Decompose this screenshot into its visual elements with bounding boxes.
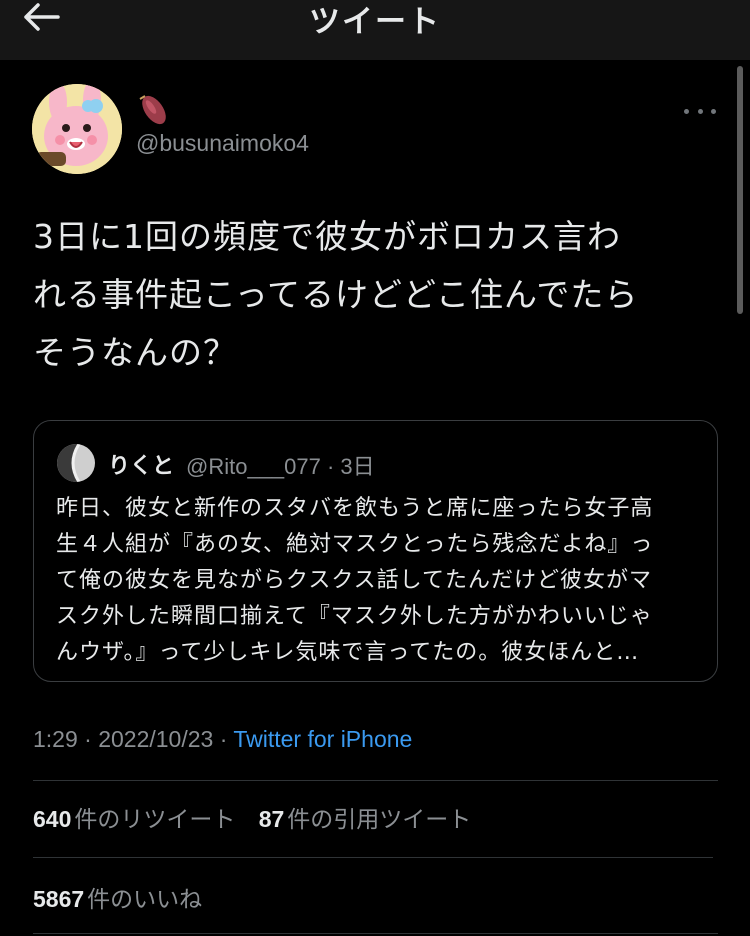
quoted-tweet-card[interactable]: りくと @Rito___077 · 3日 昨日、彼女と新作のスタバを飲もうと席に… [33,420,718,682]
quoted-tweet-text: 昨日、彼女と新作のスタバを飲もうと席に座ったら女子高 生４人組が『あの女、絶対マ… [56,491,701,671]
like-label: 件のいいね [87,887,203,913]
like-count: 5867 [33,886,85,912]
tweet-timestamp: 1:29 · 2022/10/23 · [33,726,234,752]
engagement-stats: 640 件のリツイート 87 件の引用ツイート [33,800,487,834]
dot-icon [697,108,703,114]
quote-count: 87 [258,806,285,832]
quote-text-line: んウザ。』って少しキレ気味で言ってたの。彼女ほんと… [56,640,640,665]
page-title: ツイート [309,4,441,40]
quote-text-line: 生４人組が『あの女、絶対マスクとったら残念だよね』っ [56,532,654,557]
tweet-text-line: 3日に1回の頻度で彼女がボロカス言わ [33,217,621,256]
top-bar: ツイート [0,0,750,60]
divider [33,933,718,934]
quote-text-line: 昨日、彼女と新作のスタバを飲もうと席に座ったら女子高 [56,496,654,521]
sweet-potato-emoji [136,93,172,127]
divider [33,857,713,858]
quotes-stat[interactable]: 87 件の引用ツイート [259,800,472,834]
tweet-text-line: れる事件起こってるけどどこ住んでたら [33,275,639,314]
rabbit-character-icon [32,84,122,174]
quoted-author-avatar [57,444,95,482]
more-options-button[interactable] [684,104,716,118]
quoted-author-name: りくと [108,454,175,479]
tweet-text: 3日に1回の頻度で彼女がボロカス言わ れる事件起こってるけどどこ住んでたら そう… [33,208,723,382]
dot-icon [711,108,716,114]
retweet-count: 640 [33,806,72,832]
dot-icon [684,108,689,114]
author-handle[interactable]: @busunaimoko4 [136,130,309,157]
scrollbar[interactable] [737,66,743,314]
source-link[interactable]: Twitter for iPhone [233,726,412,752]
author-avatar[interactable] [32,84,122,174]
tweet-meta: 1:29 · 2022/10/23 · Twitter for iPhone [33,726,412,753]
retweets-stat[interactable]: 640 件のリツイート [33,800,235,834]
quote-label: 件の引用ツイート [287,807,472,833]
likes-stat[interactable]: 5867 件のいいね [33,880,202,914]
quote-text-line: スク外した瞬間口揃えて『マスク外した方がかわいいじゃ [56,604,653,629]
quoted-author-handle: @Rito___077 · 3日 [186,454,375,479]
quote-text-line: て俺の彼女を見ながらクスクス話してたんだけど彼女がマ [56,568,653,593]
retweet-label: 件のリツイート [74,807,236,833]
tweet-text-line: そうなんの？ [33,333,237,372]
divider [33,780,718,781]
